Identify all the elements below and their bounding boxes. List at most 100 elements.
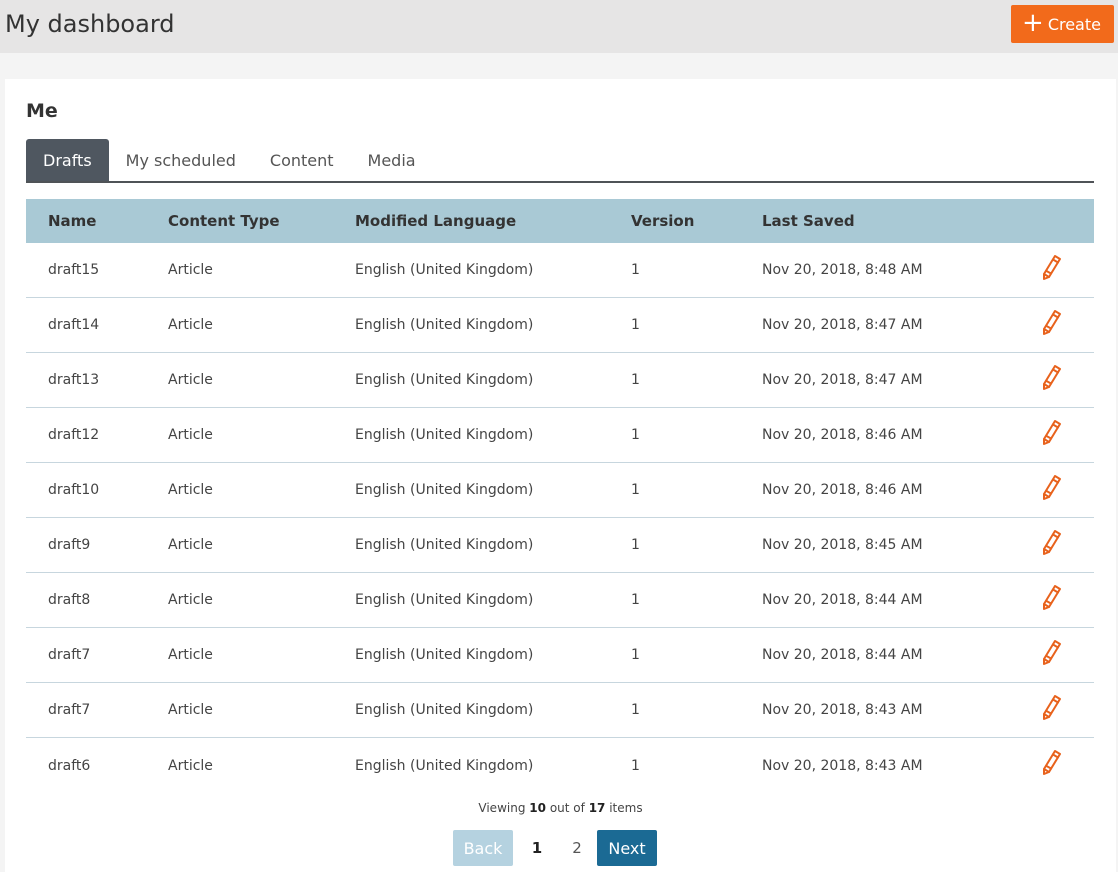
page-2-link[interactable]: 2 — [557, 839, 597, 857]
pencil-icon[interactable] — [1040, 474, 1064, 504]
cell-version: 1 — [631, 592, 640, 608]
viewing-total: 17 — [588, 801, 606, 815]
cell-content-type: Article — [168, 427, 213, 443]
pencil-icon[interactable] — [1040, 419, 1064, 449]
cell-name: draft7 — [48, 647, 91, 663]
cell-modified-language: English (United Kingdom) — [355, 372, 534, 388]
table-row[interactable]: draft14 Article English (United Kingdom) 1 N… — [26, 298, 1094, 353]
tab-media[interactable]: Media — [351, 139, 433, 181]
cell-version: 1 — [631, 262, 640, 278]
cell-content-type: Article — [168, 702, 213, 718]
column-header-last-saved[interactable]: Last Saved — [762, 212, 855, 230]
cell-modified-language: English (United Kingdom) — [355, 482, 534, 498]
pencil-icon[interactable] — [1040, 254, 1064, 284]
table-row[interactable]: draft13 Article English (United Kingdom) 1 N… — [26, 353, 1094, 408]
cell-content-type: Article — [168, 262, 213, 278]
cell-modified-language: English (United Kingdom) — [355, 757, 534, 774]
pencil-icon[interactable] — [1040, 584, 1064, 614]
cell-last-saved: Nov 20, 2018, 8:47 AM — [762, 317, 923, 333]
cell-name: draft14 — [48, 317, 100, 333]
viewing-count: 10 — [529, 801, 546, 815]
cell-name: draft8 — [48, 592, 91, 608]
cell-modified-language: English (United Kingdom) — [355, 537, 534, 553]
page-title: My dashboard — [5, 10, 175, 38]
next-button[interactable]: Next — [597, 830, 657, 866]
cell-version: 1 — [631, 372, 640, 388]
tab-drafts[interactable]: Drafts — [26, 139, 109, 181]
cell-version: 1 — [631, 537, 640, 553]
pencil-icon[interactable] — [1040, 364, 1064, 394]
table-row[interactable]: draft9 Article English (United Kingdom) 1 No… — [26, 518, 1094, 573]
back-button[interactable]: Back — [453, 830, 513, 866]
cell-content-type: Article — [168, 757, 213, 774]
table-row[interactable]: draft7 Article English (United Kingdom) 1 No… — [26, 683, 1094, 738]
cell-name: draft6 — [48, 757, 91, 774]
table-header-row: Name Content Type Modified Language Vers… — [26, 199, 1094, 243]
panel-title: Me — [26, 100, 58, 122]
table-row[interactable]: draft6 Article English (United Kingdom) 1 No… — [26, 738, 1094, 793]
cell-last-saved: Nov 20, 2018, 8:44 AM — [762, 647, 923, 663]
drafts-table: Name Content Type Modified Language Vers… — [26, 199, 1094, 793]
cell-content-type: Article — [168, 482, 213, 498]
create-button[interactable]: + Create — [1011, 5, 1114, 43]
viewing-prefix: Viewing — [478, 801, 526, 815]
cell-last-saved: Nov 20, 2018, 8:48 AM — [762, 262, 923, 278]
cell-version: 1 — [631, 647, 640, 663]
cell-last-saved: Nov 20, 2018, 8:46 AM — [762, 482, 923, 498]
cell-name: draft9 — [48, 537, 91, 553]
column-header-content-type[interactable]: Content Type — [168, 212, 280, 230]
cell-name: draft7 — [48, 702, 91, 718]
table-row[interactable]: draft15 Article English (United Kingdom) 1 N… — [26, 243, 1094, 298]
cell-name: draft10 — [48, 482, 100, 498]
cell-modified-language: English (United Kingdom) — [355, 592, 534, 608]
pencil-icon[interactable] — [1040, 694, 1064, 724]
tab-content[interactable]: Content — [253, 139, 351, 181]
cell-name: draft15 — [48, 262, 100, 278]
cell-version: 1 — [631, 702, 640, 718]
cell-last-saved: Nov 20, 2018, 8:46 AM — [762, 427, 923, 443]
tab-bar: Drafts My scheduled Content Media — [26, 139, 1094, 183]
table-row[interactable]: draft12 Article English (United Kingdom) 1 N… — [26, 408, 1094, 463]
cell-modified-language: English (United Kingdom) — [355, 702, 534, 718]
table-row[interactable]: draft10 Article English (United Kingdom) 1 N… — [26, 463, 1094, 518]
pagination: Back 1 2 Next — [453, 830, 657, 866]
cell-version: 1 — [631, 757, 640, 774]
pencil-icon[interactable] — [1040, 309, 1064, 339]
cell-modified-language: English (United Kingdom) — [355, 262, 534, 278]
cell-last-saved: Nov 20, 2018, 8:45 AM — [762, 537, 923, 553]
cell-version: 1 — [631, 317, 640, 333]
pencil-icon[interactable] — [1040, 639, 1064, 669]
cell-last-saved: Nov 20, 2018, 8:43 AM — [762, 757, 923, 774]
pencil-icon[interactable] — [1040, 749, 1064, 779]
create-button-label: Create — [1047, 14, 1101, 34]
cell-last-saved: Nov 20, 2018, 8:43 AM — [762, 702, 923, 718]
viewing-mid: out of — [549, 801, 585, 815]
dashboard-panel: Me Drafts My scheduled Content Media Nam… — [5, 79, 1116, 872]
cell-last-saved: Nov 20, 2018, 8:44 AM — [762, 592, 923, 608]
page-1-link[interactable]: 1 — [517, 839, 557, 857]
tab-my-scheduled[interactable]: My scheduled — [109, 139, 253, 181]
table-body: draft15 Article English (United Kingdom) 1 N… — [26, 243, 1094, 793]
plus-icon: + — [1022, 8, 1044, 38]
cell-name: draft13 — [48, 372, 100, 388]
cell-name: draft12 — [48, 427, 100, 443]
viewing-suffix: items — [609, 801, 643, 815]
column-header-name[interactable]: Name — [48, 212, 96, 230]
table-row[interactable]: draft7 Article English (United Kingdom) 1 No… — [26, 628, 1094, 683]
viewing-summary: Viewing 10 out of 17 items — [5, 801, 1116, 815]
column-header-modified-language[interactable]: Modified Language — [355, 212, 516, 230]
cell-modified-language: English (United Kingdom) — [355, 647, 534, 663]
pencil-icon[interactable] — [1040, 529, 1064, 559]
cell-content-type: Article — [168, 647, 213, 663]
top-bar: My dashboard + Create — [0, 0, 1118, 53]
cell-version: 1 — [631, 482, 640, 498]
cell-content-type: Article — [168, 592, 213, 608]
cell-content-type: Article — [168, 537, 213, 553]
cell-content-type: Article — [168, 317, 213, 333]
cell-version: 1 — [631, 427, 640, 443]
column-header-version[interactable]: Version — [631, 212, 694, 230]
cell-content-type: Article — [168, 372, 213, 388]
cell-last-saved: Nov 20, 2018, 8:47 AM — [762, 372, 923, 388]
cell-modified-language: English (United Kingdom) — [355, 317, 534, 333]
table-row[interactable]: draft8 Article English (United Kingdom) 1 No… — [26, 573, 1094, 628]
